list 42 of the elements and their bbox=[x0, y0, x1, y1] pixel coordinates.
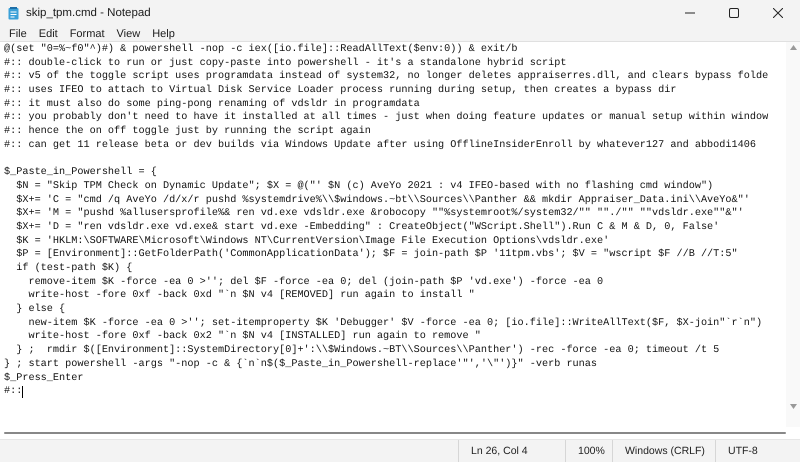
maximize-icon bbox=[729, 8, 739, 18]
code-line: } else { bbox=[15, 303, 66, 317]
menu-item[interactable]: View bbox=[112, 28, 146, 40]
code-line: #:: v5 of the toggle script uses programdata instead of system32, no longer deletes appraiserres.dll, and clears bypass folde bbox=[4, 70, 768, 84]
menu-item[interactable]: Help bbox=[147, 28, 180, 40]
line-ending: Windows (CRLF) bbox=[612, 440, 715, 462]
notepad-icon bbox=[8, 6, 19, 20]
menu-item[interactable]: Edit bbox=[34, 28, 63, 40]
code-line: #:: uses IFEO to attach to Virtual Disk Service Loader process running during setup, then creates a bypass dir bbox=[4, 84, 676, 98]
code-line: #:: can get 11 release beta or dev builds via Windows Update after using OfflineInsiderEnroll by whatever127 and abbodi1406 bbox=[4, 138, 756, 152]
menu-item[interactable]: File bbox=[4, 28, 32, 40]
code-line: } ; rmdir $([Environment]::SystemDirectory[0]+':\\$Windows.~BT\\Sources\\Panther') -rec -force -ea 0; timeout /t 5 bbox=[15, 344, 720, 358]
scroll-up-icon[interactable] bbox=[790, 45, 796, 50]
code-line: $N = "Skip TPM Check on Dynamic Update"; $X = @("' $N (c) AveYo 2021 : v4 IFEO-based with no flashing cmd window") bbox=[15, 180, 714, 194]
window-title: skip_tpm.cmd - Notepad bbox=[26, 7, 152, 19]
horizontal-scrollbar[interactable] bbox=[4, 432, 786, 434]
code-line: $X+= 'M = "pushd %allusersprofile%& ren vd.exe vdsldr.exe &robocopy ""%systemroot%/system32/"" ""./"" ""vdsldr.exe""&"' bbox=[15, 207, 744, 221]
code-line: #:: double-click to run or just copy-paste into powershell - it's a standalone hybrid script bbox=[4, 56, 566, 70]
menu-item[interactable]: Format bbox=[64, 28, 110, 40]
cursor-position: Ln 26, Col 4 bbox=[458, 440, 565, 462]
code-line: $X+= 'C = "cmd /q AveYo /d/x/r pushd %systemdrive%\\$windows.~bt\\Sources\\Panther && mkdir Appraiser_Data.ini\\AveYo&"' bbox=[15, 194, 750, 208]
code-line: #:: you probably don't need to have it installed at all times - just when doing feature updates or manual setup within window bbox=[4, 111, 768, 126]
code-line: remove-item $K -force -ea 0 >''; del $F -force -ea 0; del (join-path $P 'vd.exe') -force -ea 0 bbox=[27, 276, 604, 290]
code-line: new-item $K -force -ea 0 >''; set-itemproperty $K 'Debugger' $V -force -ea 0; [io.file]::WriteAllText($F, $X-join"`r`n") bbox=[27, 316, 762, 330]
close-icon bbox=[773, 8, 783, 18]
code-line: $_Paste_in_Powershell = { bbox=[4, 166, 157, 180]
code-line: write-host -fore 0xf -back 0x2 "`n $N v4 [INSTALLED] run again to remove " bbox=[27, 330, 481, 344]
code-line: @(set "0=%~f0"^)#) & powershell -nop -c iex([io.file]::ReadAllText($env:0)) & exit/b bbox=[4, 43, 518, 57]
code-line: if (test-path $K) { bbox=[15, 262, 132, 276]
code-line: $X+= 'D = "ren vdsldr.exe vd.exe& start vd.exe -Embedding" : CreateObject("WScript.Shell").Run C & M & D, 0, False' bbox=[15, 220, 720, 235]
code-line: } ; start powershell -args "-nop -c & {`n`n$($_Paste_in_Powershell-replace'"','\"')}" -verb runas bbox=[4, 358, 598, 372]
code-line: write-host -fore 0xf -back 0xd "`n $N v4 [REMOVED] run again to install " bbox=[27, 289, 475, 304]
code-line: $K = 'HKLM:\SOFTWARE\Microsoft\Windows NT\CurrentVersion\Image File Execution Options\vdsldr.exe' bbox=[15, 234, 610, 248]
scroll-down-icon[interactable] bbox=[790, 404, 796, 409]
code-line: $P = [Environment]::GetFolderPath('CommonApplicationData'); $F = join-path $P '11tpm.vbs'; $V = "wscript $F //B //T:5" bbox=[15, 248, 738, 262]
text-cursor bbox=[22, 386, 24, 398]
code-line: $_Press_Enter bbox=[4, 372, 84, 386]
encoding: UTF-8 bbox=[715, 440, 800, 462]
zoom-level: 100% bbox=[565, 440, 612, 462]
code-line: #:: it must also do some ping-pong renaming of vdsldr in programdata bbox=[4, 98, 420, 112]
code-line: #:: hence the on off toggle just by running the script again bbox=[4, 125, 371, 139]
code-line: #:: bbox=[4, 385, 22, 399]
